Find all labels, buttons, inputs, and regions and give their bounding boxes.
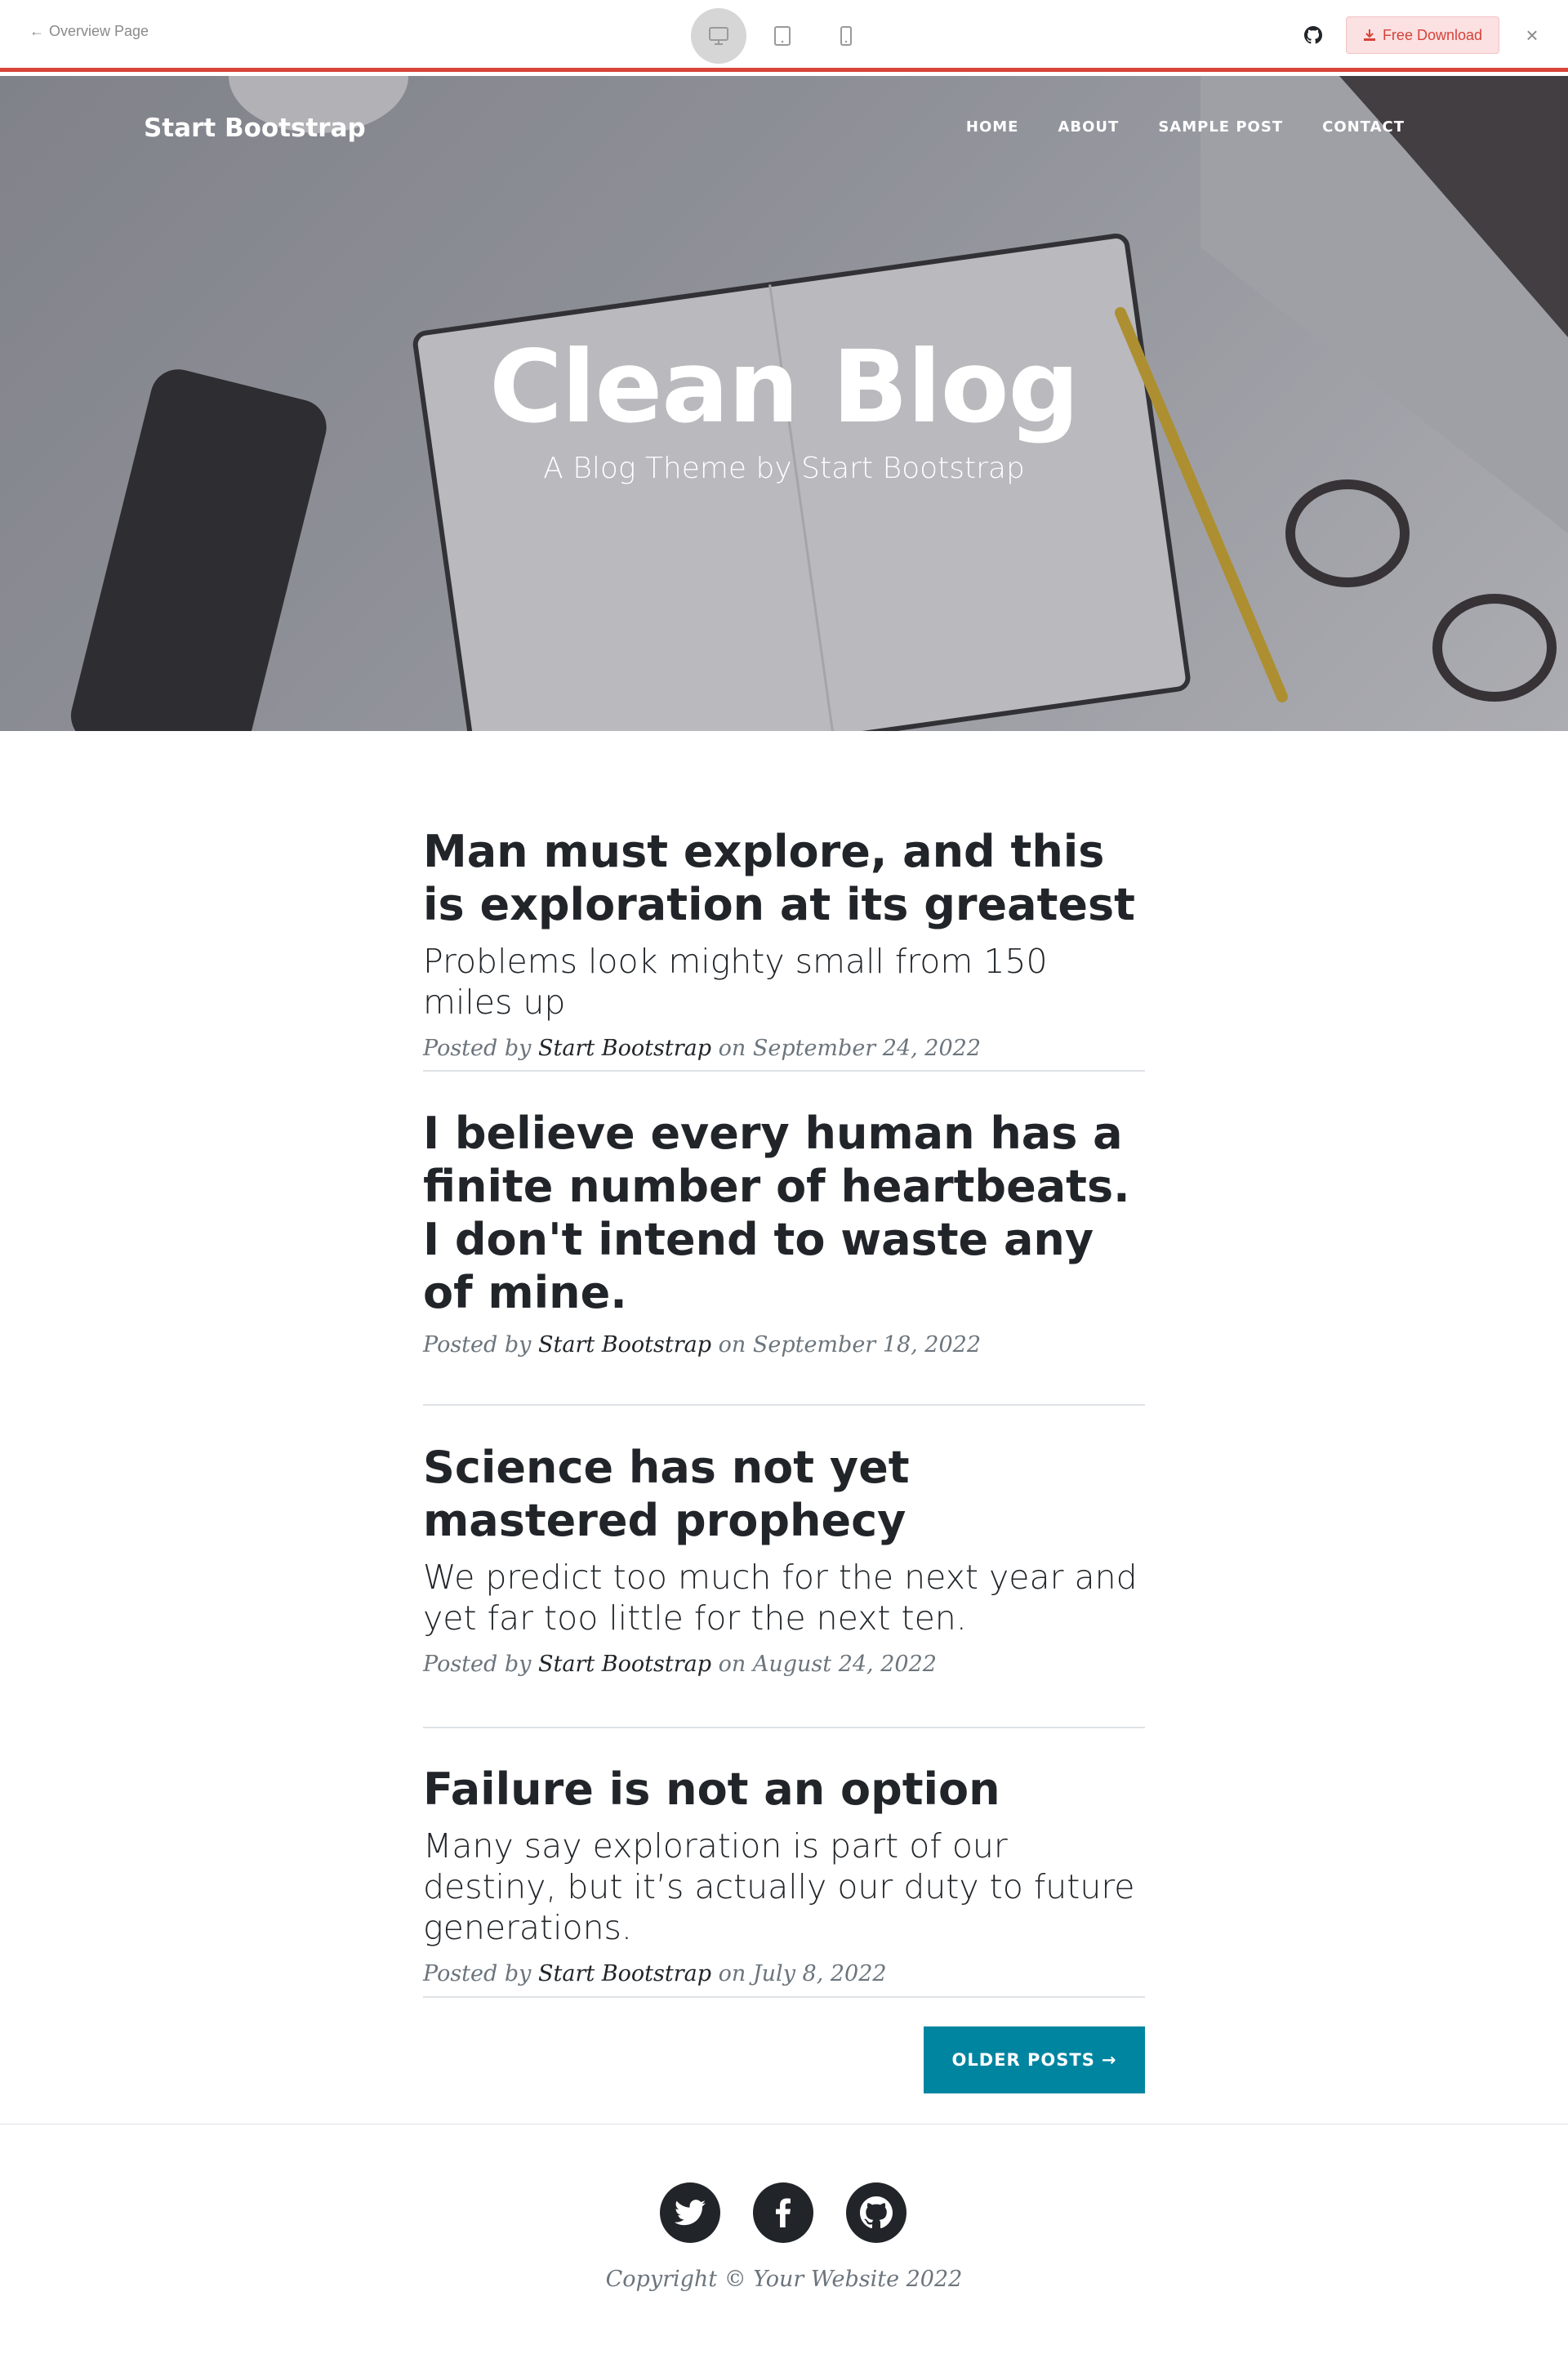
nav-about[interactable]: ABOUT (1058, 118, 1119, 136)
social-links (660, 2182, 906, 2243)
older-posts-label: OLDER POSTS (951, 2050, 1095, 2070)
hero-header: Start Bootstrap HOME ABOUT SAMPLE POST C… (0, 76, 1568, 731)
post-divider (423, 1404, 1145, 1406)
site-subtitle: A Blog Theme by Start Bootstrap (543, 452, 1025, 485)
post-author-link[interactable]: Start Bootstrap (538, 1036, 711, 1061)
tablet-view-button[interactable] (755, 8, 810, 64)
download-icon (1363, 29, 1375, 41)
post-meta: Posted by Start Bootstrap on July 8, 202… (423, 1961, 1145, 1986)
facebook-icon (776, 2198, 791, 2227)
posted-by-label: Posted by (423, 1332, 532, 1358)
post-date: July 8, 2022 (752, 1961, 887, 1986)
copyright-text: Copyright © Your Website 2022 (605, 2267, 963, 2292)
free-download-button[interactable]: Free Download (1345, 16, 1499, 54)
github-link[interactable] (846, 2182, 906, 2243)
post-date: September 24, 2022 (752, 1036, 982, 1061)
posted-by-label: Posted by (423, 1961, 532, 1986)
toolbar-actions: Free Download × (1302, 16, 1544, 54)
on-label: on (718, 1652, 746, 1677)
post-title[interactable]: Man must explore, and this is exploratio… (423, 825, 1145, 931)
twitter-link[interactable] (660, 2182, 720, 2243)
on-label: on (718, 1036, 746, 1061)
post-title[interactable]: Science has not yet mastered prophecy (423, 1441, 1145, 1547)
nav-sample-post[interactable]: SAMPLE POST (1158, 118, 1283, 136)
post-subtitle[interactable]: We predict too much for the next year an… (423, 1557, 1145, 1638)
older-posts-button[interactable]: OLDER POSTS → (924, 2026, 1145, 2093)
mobile-view-button[interactable] (818, 8, 874, 64)
post-author-link[interactable]: Start Bootstrap (538, 1332, 711, 1358)
post-title[interactable]: I believe every human has a finite numbe… (423, 1107, 1145, 1319)
mobile-icon (840, 26, 852, 46)
facebook-link[interactable] (753, 2182, 813, 2243)
free-download-label: Free Download (1382, 26, 1482, 43)
desktop-icon (709, 27, 728, 45)
desktop-view-button[interactable] (691, 8, 746, 64)
post-title[interactable]: Failure is not an option (423, 1763, 1145, 1816)
post-preview[interactable]: Science has not yet mastered prophecy We… (423, 1441, 1145, 1677)
post-divider (423, 1996, 1145, 1998)
post-meta: Posted by Start Bootstrap on September 1… (423, 1332, 1145, 1358)
github-icon (860, 2196, 893, 2229)
preview-toolbar: ← Overview Page Free Download × (0, 0, 1568, 72)
main-nav: HOME ABOUT SAMPLE POST CONTACT (966, 118, 1405, 136)
post-author-link[interactable]: Start Bootstrap (538, 1652, 711, 1677)
post-meta: Posted by Start Bootstrap on August 24, … (423, 1652, 1145, 1677)
post-preview[interactable]: Failure is not an option Many say explor… (423, 1763, 1145, 1986)
twitter-icon (675, 2200, 706, 2226)
close-icon[interactable]: × (1521, 23, 1544, 48)
github-button[interactable] (1302, 24, 1325, 47)
tablet-icon (774, 26, 791, 46)
post-divider (423, 1070, 1145, 1072)
post-preview[interactable]: Man must explore, and this is exploratio… (423, 825, 1145, 1061)
posted-by-label: Posted by (423, 1652, 532, 1677)
arrow-right-icon: → (1101, 2050, 1117, 2070)
post-meta: Posted by Start Bootstrap on September 2… (423, 1036, 1145, 1061)
nav-home[interactable]: HOME (966, 118, 1019, 136)
brand-link[interactable]: Start Bootstrap (144, 114, 366, 143)
overview-page-label: Overview Page (49, 23, 149, 39)
nav-contact[interactable]: CONTACT (1322, 118, 1405, 136)
github-icon (1303, 26, 1322, 44)
arrow-left-icon: ← (29, 23, 44, 39)
post-preview[interactable]: I believe every human has a finite numbe… (423, 1107, 1145, 1358)
posted-by-label: Posted by (423, 1036, 532, 1061)
post-date: September 18, 2022 (752, 1332, 982, 1358)
device-switcher (691, 8, 874, 64)
post-divider (423, 1727, 1145, 1728)
overview-page-link[interactable]: ← Overview Page (29, 23, 149, 40)
post-subtitle[interactable]: Problems look mighty small from 150 mile… (423, 941, 1145, 1023)
post-date: August 24, 2022 (752, 1652, 937, 1677)
on-label: on (718, 1961, 746, 1986)
post-subtitle[interactable]: Many say exploration is part of our dest… (423, 1826, 1145, 1948)
post-author-link[interactable]: Start Bootstrap (538, 1961, 711, 1986)
site-title: Clean Blog (489, 329, 1080, 445)
on-label: on (718, 1332, 746, 1358)
